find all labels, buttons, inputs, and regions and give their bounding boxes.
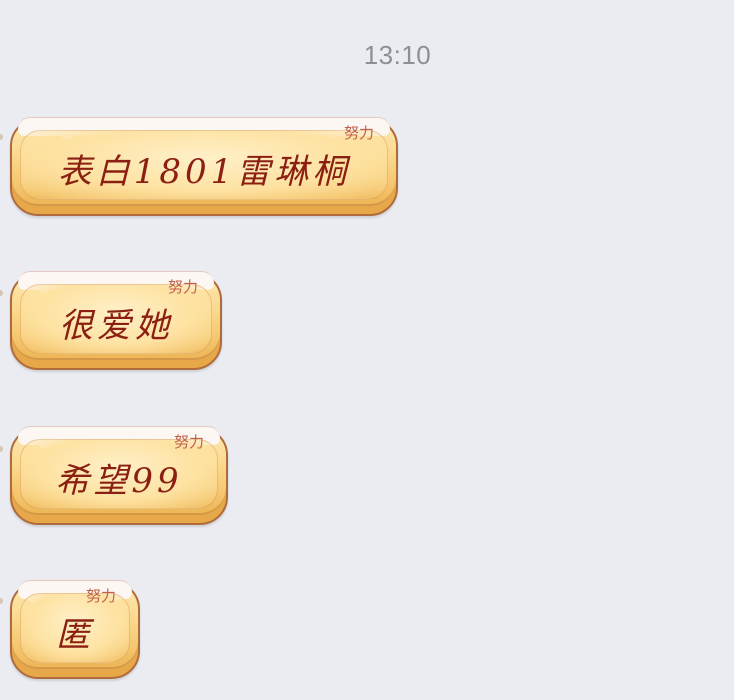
message-bubble[interactable]: 努力 匿 <box>10 580 140 679</box>
message-bubble[interactable]: 努力 很爱她 <box>10 271 222 370</box>
chat-timestamp: 13:10 <box>363 40 432 70</box>
message-text: 希望99 <box>55 461 183 501</box>
message-text: 很爱她 <box>59 306 173 346</box>
bubble-tag: 努力 <box>167 278 198 296</box>
bubble-tag: 努力 <box>85 587 116 605</box>
bubble-tag: 努力 <box>343 124 374 142</box>
bubble-pin-dot <box>0 134 3 140</box>
bubble-pin-dot <box>0 446 3 452</box>
bubble-pin-dot <box>0 290 3 296</box>
message-bubble[interactable]: 努力 表白1801雷琳桐 <box>10 117 398 216</box>
message-text: 表白1801雷琳桐 <box>57 152 351 192</box>
bubble-pin-dot <box>0 598 3 604</box>
message-bubble[interactable]: 努力 希望99 <box>10 426 228 525</box>
message-text: 匿 <box>56 615 94 655</box>
bubble-tag: 努力 <box>173 433 204 451</box>
